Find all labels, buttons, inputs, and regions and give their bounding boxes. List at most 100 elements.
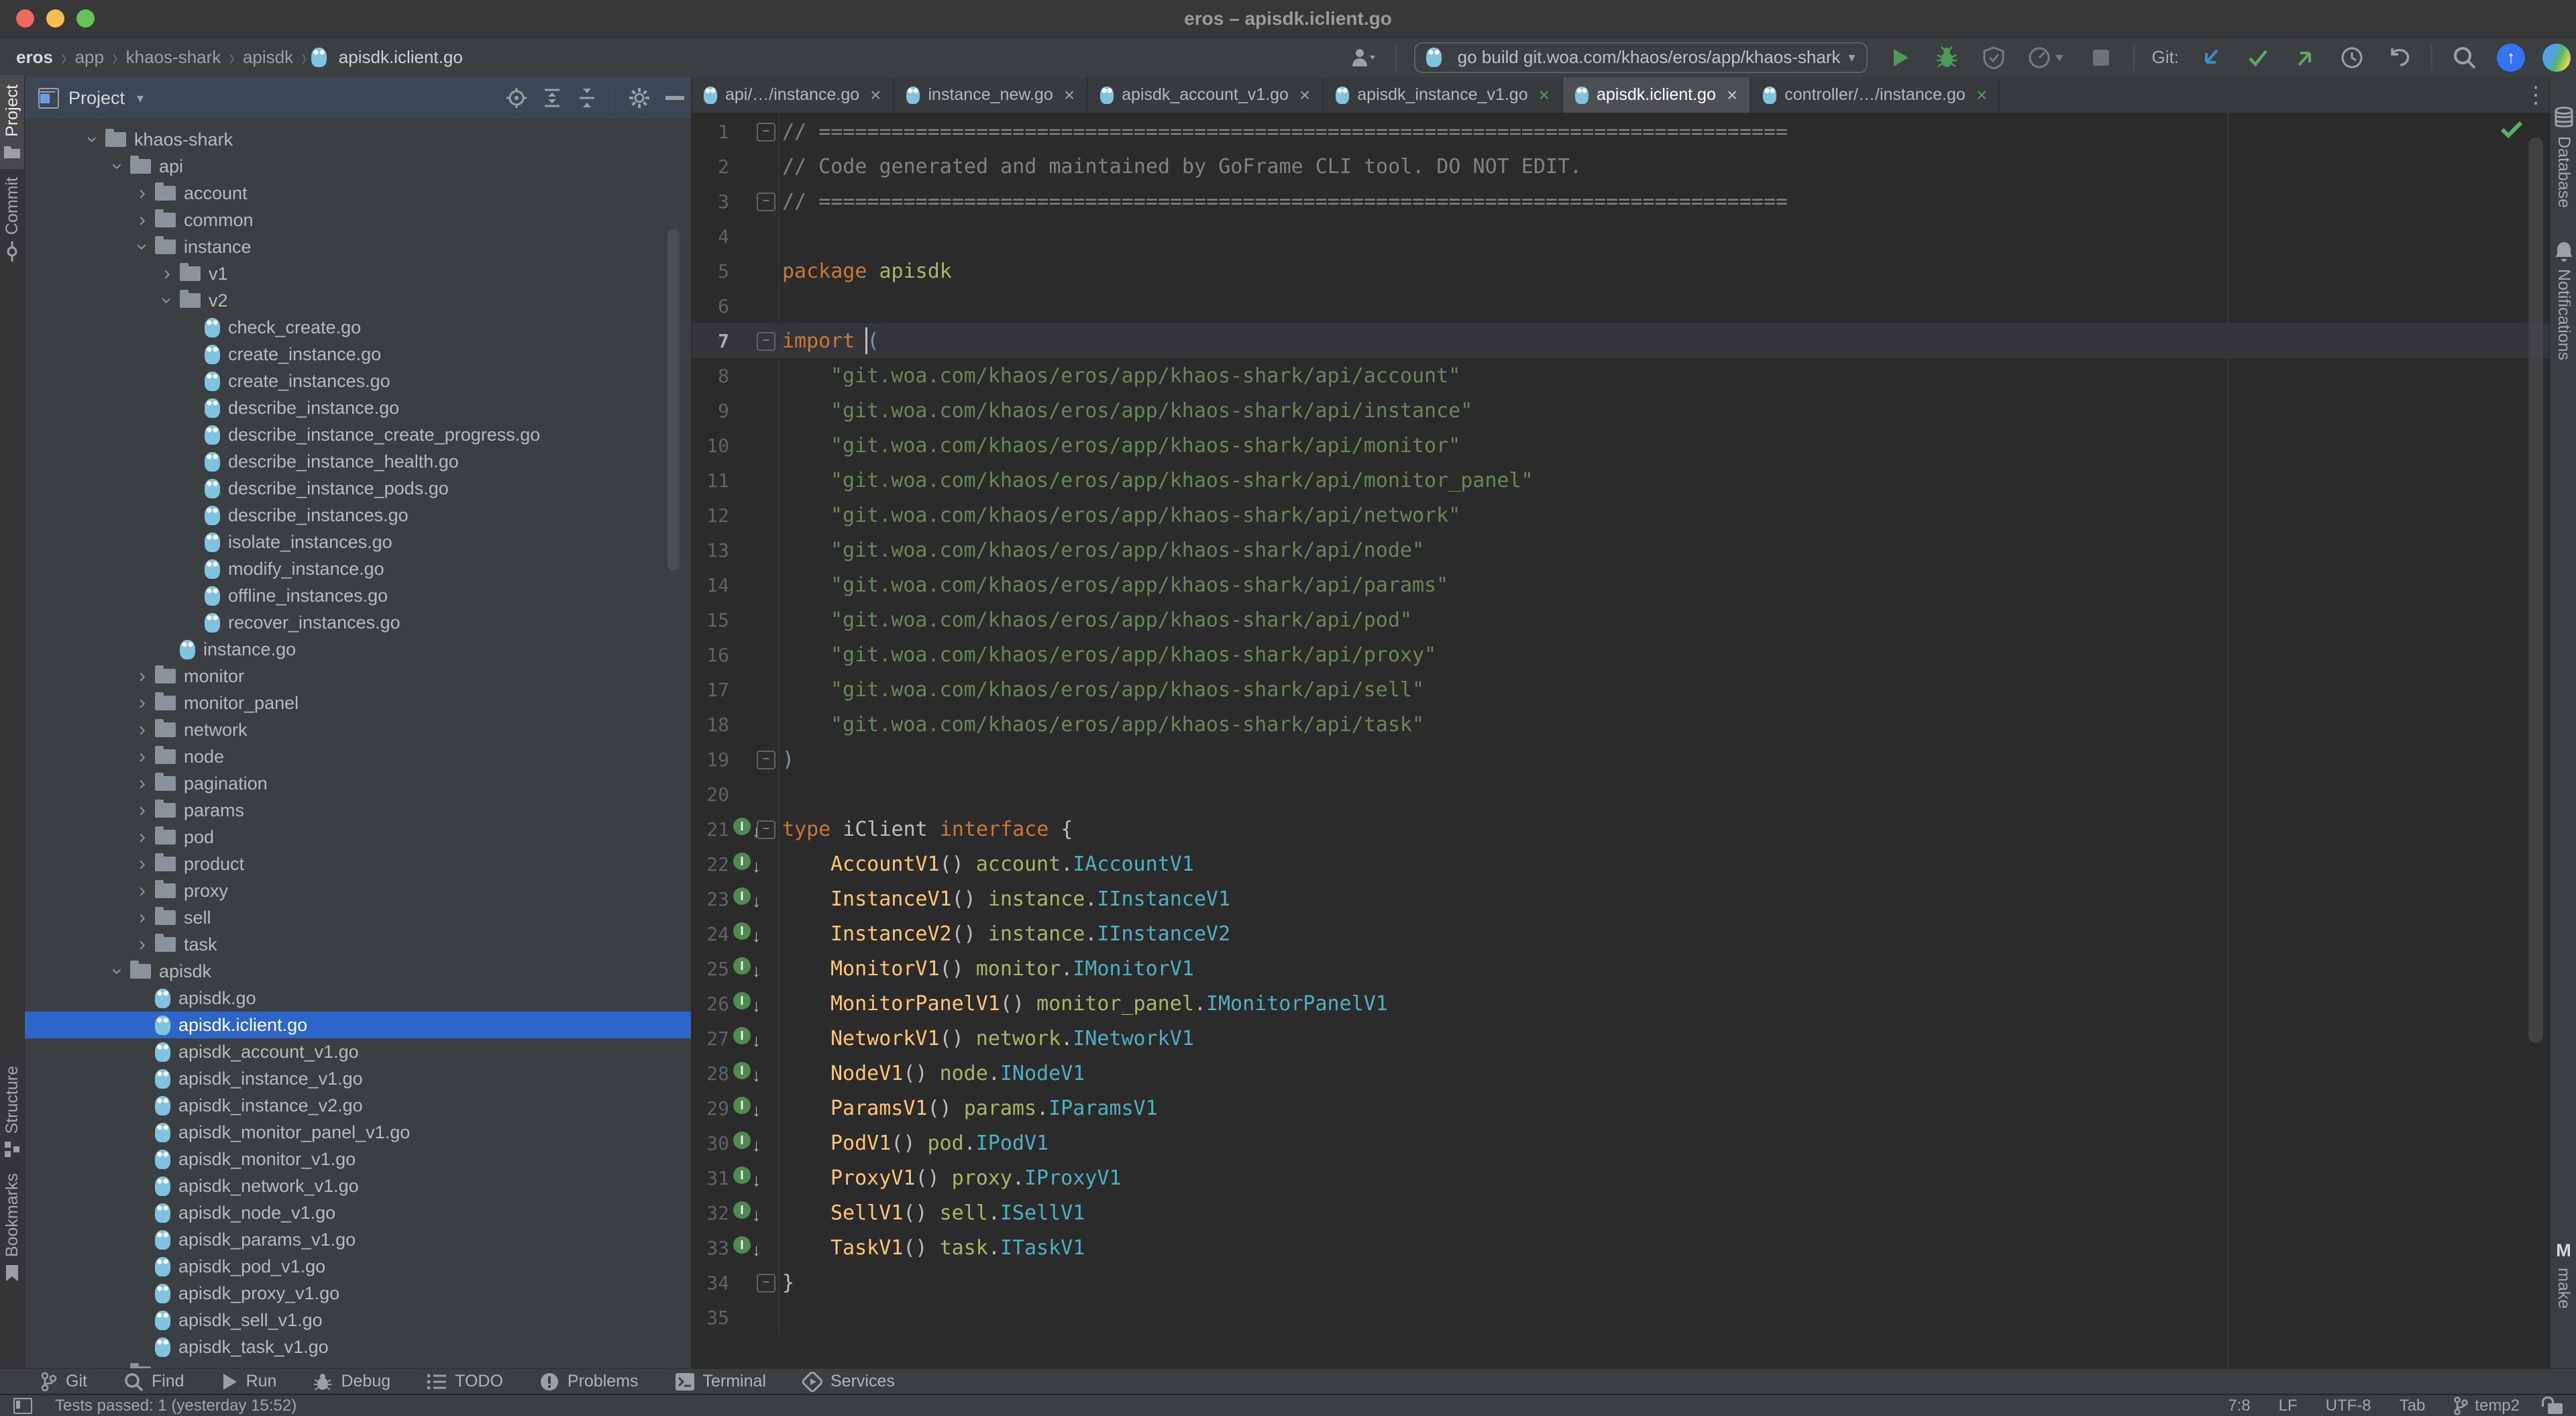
gutter[interactable]: 35 [692, 1300, 780, 1335]
code-line-11[interactable]: 11"git.woa.com/khaos/eros/app/khaos-shar… [692, 463, 2550, 498]
code-line-23[interactable]: 23I↓InstanceV1() instance.IInstanceV1 [692, 881, 2550, 916]
implemented-marker-icon[interactable]: I [733, 1027, 751, 1044]
fold-close-icon[interactable]: − [757, 193, 775, 211]
git-commit-icon[interactable] [2243, 43, 2273, 72]
tool-window-button-todo[interactable]: TODO [427, 1372, 503, 1391]
stripe-button-structure[interactable]: Structure [0, 1056, 24, 1167]
breadcrumb[interactable]: eros›app›khaos-shark›apisdk›apisdk.iclie… [16, 38, 467, 77]
project-panel-header[interactable]: Project ▾ [25, 77, 691, 119]
gutter[interactable]: 4 [692, 219, 780, 254]
gutter[interactable]: 34− [692, 1265, 780, 1300]
git-branch-widget[interactable]: temp2 [2453, 1397, 2520, 1415]
minimize-window-button[interactable] [46, 9, 64, 28]
tool-window-button-git[interactable]: Git [40, 1372, 87, 1392]
fold-open-icon[interactable]: − [757, 820, 775, 839]
implemented-marker-icon[interactable]: I [733, 1132, 751, 1149]
code-line-24[interactable]: 24I↓InstanceV2() instance.IInstanceV2 [692, 916, 2550, 951]
code-line-5[interactable]: 5package apisdk [692, 254, 2550, 288]
tree-item-instance[interactable]: ›instance [25, 233, 691, 260]
gutter[interactable]: 7− [692, 323, 780, 358]
tree-item-khaos-shark[interactable]: ›khaos-shark [25, 126, 691, 153]
implementation-arrow-icon[interactable]: ↓ [752, 926, 761, 946]
editor-tab[interactable]: apisdk.iclient.go× [1563, 77, 1751, 113]
chevron-right-icon[interactable]: › [129, 747, 155, 767]
implemented-marker-icon[interactable]: I [733, 1097, 751, 1114]
tree-item-describe_instance_health.go[interactable]: describe_instance_health.go [25, 448, 691, 475]
editor-tab[interactable]: apisdk_instance_v1.go× [1324, 77, 1563, 113]
code-line-4[interactable]: 4 [692, 219, 2550, 254]
hide-panel-icon[interactable] [665, 95, 684, 101]
gutter[interactable]: 22I↓ [692, 847, 780, 881]
chevron-down-icon[interactable]: ▾ [137, 90, 144, 107]
code-area[interactable]: 1−// ===================================… [692, 114, 2550, 1335]
implemented-marker-icon[interactable]: I [733, 922, 751, 940]
gutter[interactable]: 6 [692, 288, 780, 323]
tree-item-account[interactable]: ›account [25, 180, 691, 207]
implementation-arrow-icon[interactable]: ↓ [752, 961, 761, 981]
tree-item-create_instances.go[interactable]: create_instances.go [25, 368, 691, 394]
tree-item-common[interactable]: ›common [25, 207, 691, 233]
code-line-34[interactable]: 34−} [692, 1265, 2550, 1300]
implementation-arrow-icon[interactable]: ↓ [752, 1170, 761, 1191]
unlocked-icon[interactable] [2548, 1403, 2563, 1414]
run-icon[interactable] [1885, 43, 1915, 72]
gutter[interactable]: 10 [692, 428, 780, 463]
fold-close-icon[interactable]: − [757, 1274, 775, 1293]
chevron-right-icon[interactable]: › [129, 854, 155, 874]
chevron-right-icon[interactable]: › [129, 800, 155, 820]
tree-item-pod[interactable]: ›pod [25, 824, 691, 851]
tree-item-v2[interactable]: ›v2 [25, 287, 691, 314]
tree-item-apisdk.iclient.go[interactable]: apisdk.iclient.go [25, 1012, 691, 1038]
code-line-8[interactable]: 8"git.woa.com/khaos/eros/app/khaos-shark… [692, 358, 2550, 393]
line-separator[interactable]: LF [2279, 1397, 2298, 1415]
implemented-marker-icon[interactable]: I [733, 818, 751, 835]
tree-item-node[interactable]: ›node [25, 743, 691, 770]
gutter[interactable]: 13 [692, 533, 780, 567]
gutter[interactable]: 16 [692, 637, 780, 672]
code-line-15[interactable]: 15"git.woa.com/khaos/eros/app/khaos-shar… [692, 602, 2550, 637]
gutter[interactable]: 23I↓ [692, 881, 780, 916]
fold-open-icon[interactable]: − [757, 332, 775, 351]
close-window-button[interactable] [16, 9, 34, 28]
tree-item-apisdk_proxy_v1.go[interactable]: apisdk_proxy_v1.go [25, 1280, 691, 1307]
code-line-19[interactable]: 19−) [692, 742, 2550, 777]
stripe-button-bookmarks[interactable]: Bookmarks [0, 1164, 24, 1292]
implementation-arrow-icon[interactable]: ↓ [752, 891, 761, 912]
gutter[interactable]: 12 [692, 498, 780, 533]
update-available-icon[interactable]: ↑ [2497, 44, 2525, 72]
code-line-35[interactable]: 35 [692, 1300, 2550, 1335]
tree-item-offline_instances.go[interactable]: offline_instances.go [25, 582, 691, 609]
tree-item-v1[interactable]: ›v1 [25, 260, 691, 287]
code-line-27[interactable]: 27I↓NetworkV1() network.INetworkV1 [692, 1021, 2550, 1056]
status-message[interactable]: Tests passed: 1 (yesterday 15:52) [55, 1397, 297, 1415]
tree-item-sell[interactable]: ›sell [25, 904, 691, 931]
tree-item-apisdk_sell_v1.go[interactable]: apisdk_sell_v1.go [25, 1307, 691, 1333]
gutter[interactable]: 26I↓ [692, 986, 780, 1021]
chevron-down-icon[interactable]: › [132, 234, 152, 260]
git-update-icon[interactable] [2196, 43, 2226, 72]
gutter[interactable]: 1− [692, 114, 780, 149]
gutter[interactable]: 20 [692, 777, 780, 812]
breadcrumb-item[interactable]: apisdk.iclient.go [339, 47, 463, 68]
fold-open-icon[interactable]: − [757, 123, 775, 142]
chevron-right-icon[interactable]: › [129, 934, 155, 955]
editor[interactable]: 1−// ===================================… [692, 113, 2550, 1368]
gutter[interactable]: 25I↓ [692, 951, 780, 986]
tree-item-monitor_panel[interactable]: ›monitor_panel [25, 690, 691, 716]
tree-item-recover_instances.go[interactable]: recover_instances.go [25, 609, 691, 636]
code-line-26[interactable]: 26I↓MonitorPanelV1() monitor_panel.IMoni… [692, 986, 2550, 1021]
implementation-arrow-icon[interactable]: ↓ [752, 1240, 761, 1260]
debug-icon[interactable] [1932, 43, 1962, 72]
tool-window-button-problems[interactable]: Problems [539, 1372, 639, 1392]
implemented-marker-icon[interactable]: I [733, 992, 751, 1010]
tree-item-proxy[interactable]: ›proxy [25, 877, 691, 904]
collapse-all-icon[interactable] [577, 87, 597, 109]
breadcrumb-item[interactable]: apisdk [243, 47, 293, 68]
stripe-button-database[interactable]: Database [2551, 97, 2576, 217]
editor-tab[interactable]: apisdk_account_v1.go× [1088, 77, 1324, 113]
git-push-icon[interactable] [2290, 43, 2320, 72]
tree-item-apisdk_params_v1.go[interactable]: apisdk_params_v1.go [25, 1226, 691, 1253]
gutter[interactable]: 32I↓ [692, 1195, 780, 1230]
code-line-1[interactable]: 1−// ===================================… [692, 114, 2550, 149]
gutter[interactable]: 31I↓ [692, 1160, 780, 1195]
